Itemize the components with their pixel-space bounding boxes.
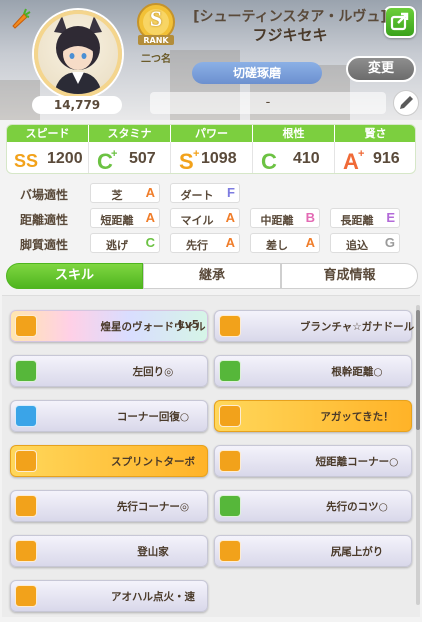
nickname-label: 二つ名 [141, 54, 171, 65]
stats-panel: スピード SS 1200 スタミナ C + 507 パワー S + 1098 根 [6, 124, 416, 174]
field-icon [15, 360, 37, 382]
aptitude-cell: 逃げ C [90, 233, 160, 253]
tab-training-info[interactable]: 育成情報 [281, 263, 418, 289]
aptitude-row-label: 脚質適性 [20, 238, 69, 252]
edit-comment-button[interactable] [393, 90, 419, 116]
running-horse-icon [15, 495, 37, 517]
aptitude-cell: 中距離 B [250, 208, 320, 228]
stat-value: 507 [129, 150, 156, 167]
skill-item[interactable]: 先行のコツ○ [214, 490, 412, 522]
running-horse-icon [15, 585, 37, 607]
aptitude-cell: 長距離 E [330, 208, 400, 228]
running-horse-icon [15, 540, 37, 562]
stat-guts: 根性 C 410 [253, 125, 335, 173]
aptitude-cell: 芝 A [90, 183, 160, 203]
skill-item[interactable]: ブランチャ☆ガナドール [214, 310, 414, 342]
aptitude-row-label: 距離適性 [20, 213, 69, 227]
aptitude-cell: 追込 G [330, 233, 400, 253]
character-avatar[interactable] [34, 10, 122, 98]
tab-bar: スキル 継承 育成情報 [6, 263, 418, 289]
rank-label: RANK [143, 36, 169, 45]
skill-item[interactable]: 左回り◎ [10, 355, 208, 387]
pencil-icon [400, 96, 413, 109]
stat-label: スタミナ [89, 125, 171, 142]
stat-power: パワー S + 1098 [171, 125, 253, 173]
skill-item[interactable]: スプリントターボ [10, 445, 208, 477]
grade-a-plus-icon: A + [343, 148, 364, 173]
svg-text:+: + [193, 148, 199, 160]
comment-text: - [150, 92, 386, 114]
running-horse-icon [15, 450, 37, 472]
aptitude-cell: 先行 A [170, 233, 240, 253]
skill-item[interactable]: 短距離コーナー○ [214, 445, 412, 477]
stat-value: 410 [293, 150, 320, 167]
aptitude-cell: ダート F [170, 183, 240, 203]
running-horse-icon [219, 540, 241, 562]
stat-label: 賢さ [335, 125, 415, 142]
skill-item[interactable]: 登山家 [10, 535, 208, 567]
character-name: フジキセキ [252, 26, 328, 44]
running-horse-icon [219, 450, 241, 472]
stat-value: 916 [373, 150, 400, 167]
nickname-badge: 切磋琢磨 [192, 62, 322, 84]
stat-label: パワー [171, 125, 253, 142]
skill-item[interactable]: コーナー回復○ [10, 400, 208, 432]
skill-item[interactable]: 尻尾上がり [214, 535, 412, 567]
skill-item[interactable]: アオハル点火・速 [10, 580, 208, 612]
skill-item[interactable]: アガッてきた！ [214, 400, 412, 432]
change-nickname-button[interactable]: 変更 [346, 56, 416, 82]
grade-c-plus-icon: C + [97, 148, 117, 173]
character-epithet: [シューティンスタア・ルヴュ] [193, 9, 387, 25]
svg-text:C: C [261, 149, 277, 173]
svg-text:SS: SS [14, 151, 38, 171]
skill-item[interactable]: 根幹距離○ [214, 355, 412, 387]
aptitude-cell: 短距離 A [90, 208, 160, 228]
svg-text:+: + [358, 148, 364, 160]
fan-count: 14,779 [32, 96, 122, 114]
carrot-icon [12, 8, 31, 29]
stat-speed: スピード SS 1200 [7, 125, 89, 173]
grade-c-icon: C [261, 149, 277, 173]
svg-text:S: S [179, 149, 194, 173]
aptitude-cell: マイル A [170, 208, 240, 228]
aptitude-row-label: バ場適性 [20, 188, 69, 202]
stat-stamina: スタミナ C + 507 [89, 125, 171, 173]
running-horse-icon [15, 315, 37, 337]
svg-text:A: A [343, 149, 359, 173]
stat-value: 1098 [201, 150, 237, 167]
svg-text:+: + [111, 148, 117, 160]
stat-value: 1200 [47, 150, 83, 167]
book-icon [219, 495, 241, 517]
stat-wisdom: 賢さ A + 916 [335, 125, 415, 173]
stat-label: スピード [7, 125, 89, 142]
skill-level: Lv5 [178, 319, 199, 331]
grade-ss-plus-icon: SS [14, 151, 38, 171]
recovery-icon [15, 405, 37, 427]
tab-inheritance[interactable]: 継承 [143, 263, 281, 289]
tab-skills[interactable]: スキル [6, 263, 143, 289]
skill-item[interactable]: 煌星のヴォードヴィル Lv5 [10, 310, 208, 342]
aptitude-cell: 差し A [250, 233, 320, 253]
character-portrait [54, 16, 102, 94]
stat-label: 根性 [253, 125, 335, 142]
running-horse-icon [219, 405, 241, 427]
heart-icon [219, 360, 241, 382]
running-horse-icon [219, 315, 241, 337]
rank-letter: S [149, 6, 163, 31]
skill-item[interactable]: 先行コーナー◎ [10, 490, 208, 522]
